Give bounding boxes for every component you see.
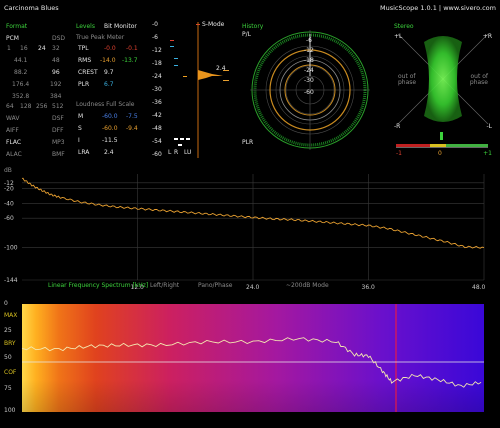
rate-352: 352.8 (12, 93, 30, 100)
dsd-64: 64 (6, 103, 14, 110)
spectrum-footer: Linear Frequency Spectrum [kHz] (48, 282, 149, 289)
spectrum-y-tick: -144 (4, 277, 18, 284)
spectrogram-chart (21, 304, 484, 412)
loud-i-label: I (78, 137, 80, 144)
loud-s-label: S (78, 125, 82, 132)
plr-value: 6.7 (104, 81, 114, 88)
loud-i-value: -11.5 (102, 137, 118, 144)
stereo-minus-r: -R (394, 123, 401, 130)
bit-32: 32 (52, 45, 60, 52)
type-bmf: BMF (52, 151, 65, 158)
type-flac: FLAC (6, 139, 22, 146)
ring-30: -30 (304, 77, 314, 84)
legend-lu: LU (184, 149, 192, 156)
spectrum-opt-200db[interactable]: ~200dB Mode (286, 283, 329, 289)
loud-m-left: -60.0 (102, 113, 118, 120)
bit-24: 24 (38, 45, 46, 52)
ring-6: -6 (306, 37, 312, 44)
spectrum-chart: -12-20-40-60-100-14412.0 24.0 36.0 48.0 (4, 174, 486, 291)
spectrum-y-tick: -40 (4, 200, 14, 207)
stereo-panel: Stereo +L +R -R -L out of phase out of p… (390, 20, 496, 160)
format-pcm: PCM (6, 35, 19, 42)
format-panel: Format PCM DSD 1 16 24 32 44.1 48 88.2 9… (4, 20, 66, 160)
bit-1: 1 (7, 45, 11, 52)
dsd-256: 256 (36, 103, 48, 110)
stereo-plus-l: +L (394, 33, 403, 40)
meter-graphic (170, 22, 229, 158)
spectrum-opt-lr[interactable]: Left/Right (150, 283, 179, 289)
corr-zero: 0 (438, 150, 442, 157)
bit-monitor-label: Bit Monitor (104, 23, 137, 30)
crest-value: 9.7 (104, 69, 114, 76)
spectrum-x-tick: 36.0 (362, 284, 376, 291)
spectrum-y-tick: -100 (4, 245, 18, 252)
lra-value-small: 2.4 (216, 65, 226, 72)
tpl-right: -0.1 (126, 45, 138, 52)
rate-88: 88.2 (14, 69, 28, 76)
tpm-heading: True Peak Meter (76, 34, 125, 41)
loud-m-label: M (78, 113, 84, 120)
version-text: MusicScope 1.0.1 | www.sivero.com (379, 4, 496, 12)
tpl-label: TPL (78, 45, 89, 52)
rms-right: -13.7 (122, 57, 138, 64)
levels-panel: Levels Bit Monitor True Peak Meter TPL -… (74, 20, 148, 160)
type-wav: WAV (6, 115, 20, 122)
rate-176: 176.4 (12, 81, 30, 88)
spectrogram-panel: 0 MAX 25 BRY 50 COF 75 100 (0, 300, 500, 416)
type-dff: DFF (52, 127, 64, 134)
corr-minus1: -1 (396, 150, 402, 157)
app-title: Carcinoma Blues (4, 4, 59, 12)
ring-12: -12 (304, 47, 314, 54)
spectrum-panel: dB -12 -20 -40 -60 -100 -144 12.0 24.0 36.0 48.0 … (0, 166, 500, 292)
spectrum-y-tick: -60 (4, 215, 14, 222)
plr-label: PLR (78, 81, 90, 88)
stereo-out-of-phase-right: out of phase (469, 73, 488, 86)
spectrum-y-tick: -20 (4, 186, 14, 193)
rate-384: 384 (50, 93, 62, 100)
format-dsd: DSD (52, 35, 66, 42)
crest-label: CREST (78, 69, 98, 76)
loud-s-left: -60.0 (102, 125, 118, 132)
loudness-heading: Loudness Full Scale (76, 101, 135, 108)
loud-s-right: -9.4 (126, 125, 138, 132)
rate-96: 96 (52, 69, 60, 76)
rms-left: -14.0 (100, 57, 116, 64)
loud-lra-value: 2.4 (104, 149, 114, 156)
corr-plus1: +1 (483, 150, 492, 157)
legend-r: R (174, 149, 179, 156)
stereo-out-of-phase-left: out of phase (398, 73, 417, 86)
dsd-512: 512 (52, 103, 64, 110)
type-mp3: MP3 (52, 139, 65, 146)
spectrum-x-tick: 24.0 (246, 284, 260, 291)
stereo-minus-l: -L (486, 123, 492, 130)
type-alac: ALAC (6, 151, 22, 158)
history-panel: History P/L PLR -6 -12 -18 -24 -30 -60 (240, 20, 380, 160)
rms-label: RMS (78, 57, 92, 64)
ring-18: -18 (304, 57, 314, 64)
rate-48: 48 (52, 57, 60, 64)
meter-panel: S-Mode -0 -6 -12 -18 -24 -30 -36 -42 -48 -54 -60 2… (150, 18, 234, 162)
spectrum-x-tick: 48.0 (472, 284, 486, 291)
type-aiff: AIFF (6, 127, 19, 134)
bit-16: 16 (20, 45, 28, 52)
ring-24: -24 (304, 67, 314, 74)
dsd-128: 128 (20, 103, 32, 110)
stereo-plus-r: +R (482, 33, 492, 40)
format-heading: Format (6, 23, 28, 30)
spectrum-opt-pano[interactable]: Pano/Phase (198, 283, 232, 289)
type-dsf: DSF (52, 115, 64, 122)
loud-m-right: -7.5 (126, 113, 138, 120)
loud-lra-label: LRA (78, 149, 90, 156)
legend-l: L (168, 149, 172, 156)
rate-192: 192 (50, 81, 62, 88)
rate-44: 44.1 (14, 57, 28, 64)
ring-60: -60 (304, 89, 314, 96)
levels-heading: Levels (76, 23, 95, 30)
stereo-scope (396, 33, 489, 148)
tpl-left: -0.0 (104, 45, 116, 52)
